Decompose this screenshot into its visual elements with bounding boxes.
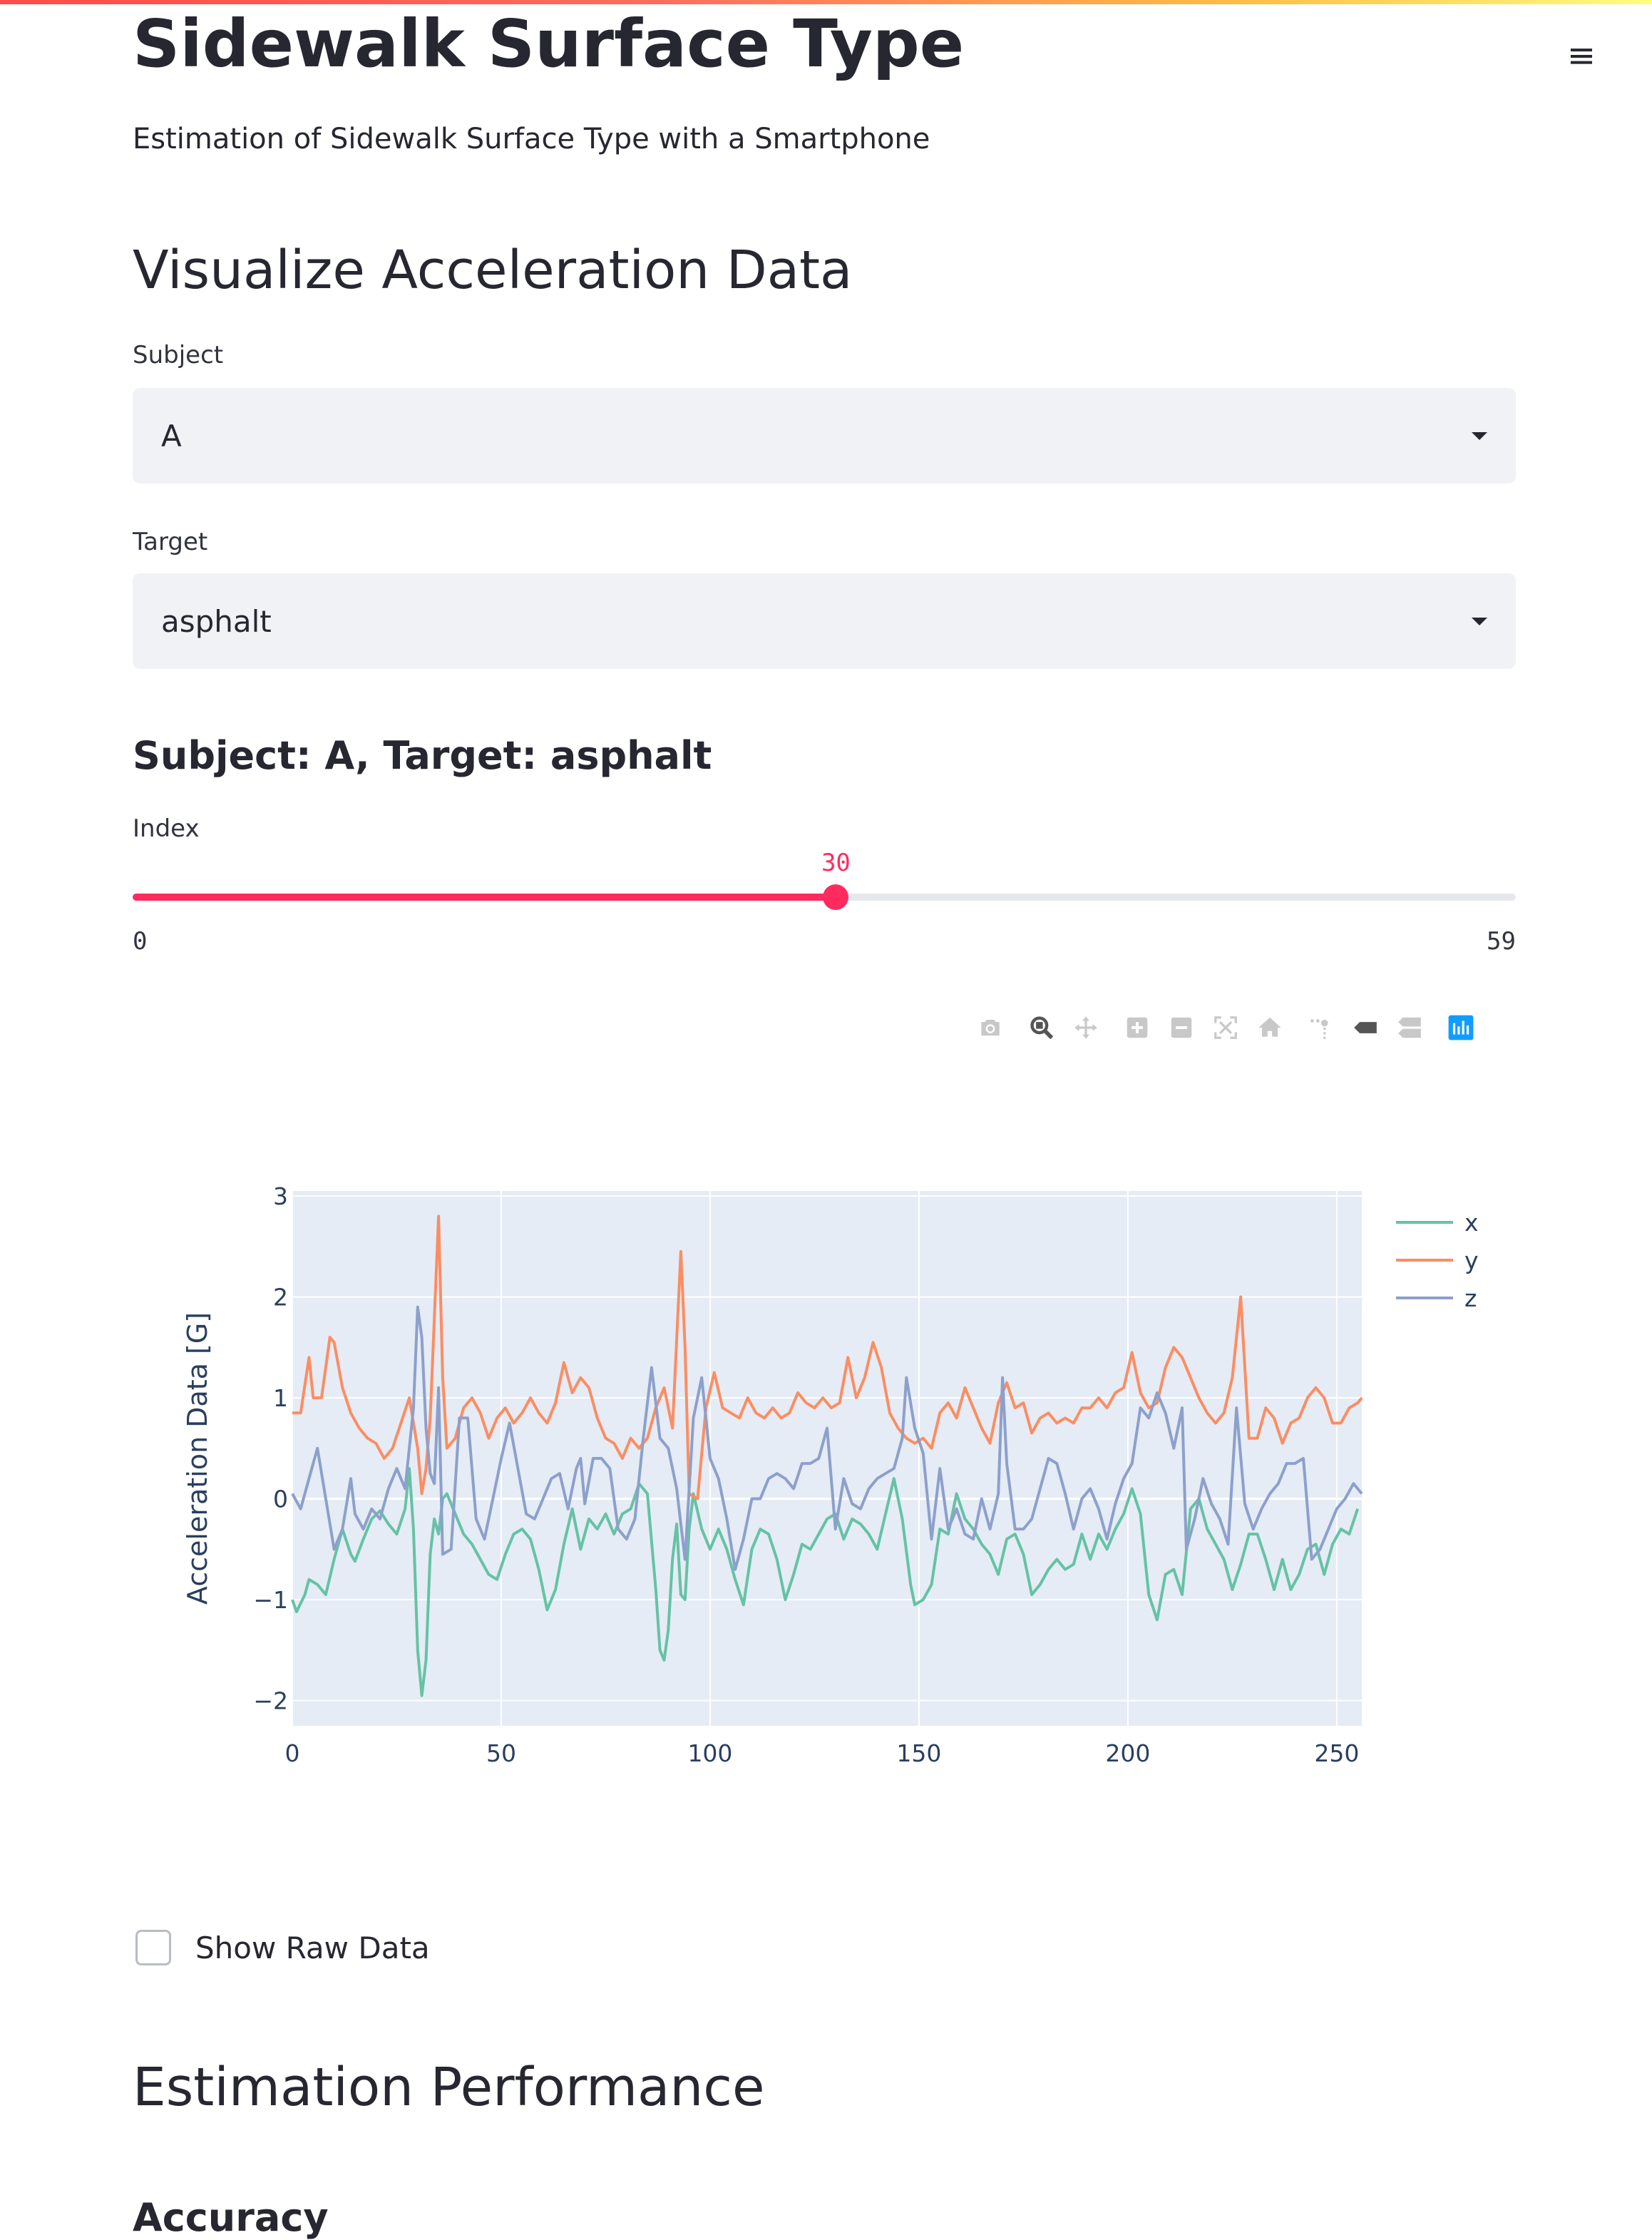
show-raw-data-checkbox[interactable]: Show Raw Data bbox=[135, 1930, 430, 1965]
y-tick-label: −1 bbox=[253, 1586, 288, 1614]
autoscale-icon[interactable] bbox=[1208, 1010, 1243, 1045]
chevron-down-icon bbox=[1472, 431, 1487, 440]
zoom-out-icon[interactable] bbox=[1164, 1010, 1199, 1045]
index-slider-value: 30 bbox=[821, 849, 851, 877]
target-select[interactable]: asphalt bbox=[133, 573, 1516, 669]
index-slider-fill bbox=[133, 894, 836, 901]
legend-label-y[interactable]: y bbox=[1464, 1247, 1479, 1274]
index-slider-min: 0 bbox=[133, 927, 148, 956]
index-slider-thumb[interactable] bbox=[823, 884, 849, 910]
y-axis-title: Acceleration Data [G] bbox=[182, 1312, 213, 1605]
acceleration-chart[interactable]: 0 50 100 150 200 250 −2 −1 0 1 2 3 Acceleration Da… bbox=[143, 1141, 1497, 1783]
x-tick-label: 150 bbox=[896, 1739, 941, 1767]
x-tick-label: 200 bbox=[1105, 1739, 1150, 1767]
subject-select-value: A bbox=[161, 418, 182, 454]
y-tick-label: 0 bbox=[273, 1485, 288, 1513]
top-decoration-bar bbox=[0, 0, 1652, 4]
spike-lines-icon[interactable] bbox=[1303, 1010, 1339, 1045]
target-select-value: asphalt bbox=[161, 603, 272, 639]
index-slider-max: 59 bbox=[1487, 927, 1516, 956]
index-slider-track[interactable] bbox=[133, 884, 1516, 910]
show-raw-data-label: Show Raw Data bbox=[195, 1930, 430, 1965]
zoom-in-icon[interactable] bbox=[1119, 1010, 1155, 1045]
x-tick-label: 50 bbox=[486, 1739, 516, 1767]
index-slider-label: Index bbox=[133, 814, 200, 843]
y-tick-label: −2 bbox=[253, 1687, 288, 1715]
y-axis-ticks: −2 −1 0 1 2 3 bbox=[253, 1182, 288, 1715]
chevron-down-icon bbox=[1472, 617, 1487, 625]
legend-label-z[interactable]: z bbox=[1464, 1284, 1477, 1312]
chart-modebar bbox=[964, 1010, 1479, 1045]
section-header-performance: Estimation Performance bbox=[133, 2057, 765, 2118]
x-tick-label: 250 bbox=[1314, 1739, 1359, 1767]
main-menu-button[interactable]: ≡ bbox=[1561, 36, 1601, 76]
y-tick-label: 3 bbox=[273, 1182, 288, 1210]
accuracy-subheader: Accuracy bbox=[133, 2195, 329, 2240]
chart-subheader: Subject: A, Target: asphalt bbox=[133, 733, 712, 778]
camera-icon[interactable] bbox=[973, 1010, 1008, 1045]
section-header-visualize: Visualize Acceleration Data bbox=[133, 240, 853, 301]
page-title: Sidewalk Surface Type bbox=[133, 6, 965, 82]
y-tick-label: 1 bbox=[273, 1384, 288, 1412]
subject-select[interactable]: A bbox=[133, 388, 1516, 484]
plotly-logo-icon[interactable] bbox=[1443, 1010, 1479, 1045]
target-select-label: Target bbox=[133, 528, 208, 556]
chart-legend: xyz bbox=[1396, 1209, 1479, 1312]
checkbox-icon[interactable] bbox=[135, 1930, 171, 1965]
pan-icon[interactable] bbox=[1068, 1010, 1104, 1045]
page-subtitle: Estimation of Sidewalk Surface Type with… bbox=[133, 123, 930, 155]
legend-label-x[interactable]: x bbox=[1464, 1209, 1479, 1237]
subject-select-label: Subject bbox=[133, 341, 224, 369]
reset-axes-icon[interactable] bbox=[1252, 1010, 1288, 1045]
zoom-icon[interactable] bbox=[1024, 1010, 1060, 1045]
plot-area bbox=[292, 1191, 1362, 1726]
x-tick-label: 100 bbox=[687, 1739, 732, 1767]
x-axis-ticks: 0 50 100 150 200 250 bbox=[285, 1739, 1360, 1767]
x-tick-label: 0 bbox=[285, 1739, 300, 1767]
hamburger-menu-icon: ≡ bbox=[1566, 36, 1596, 76]
hover-closest-icon[interactable] bbox=[1348, 1010, 1383, 1045]
hover-compare-icon[interactable] bbox=[1392, 1010, 1427, 1045]
y-tick-label: 2 bbox=[273, 1284, 288, 1311]
